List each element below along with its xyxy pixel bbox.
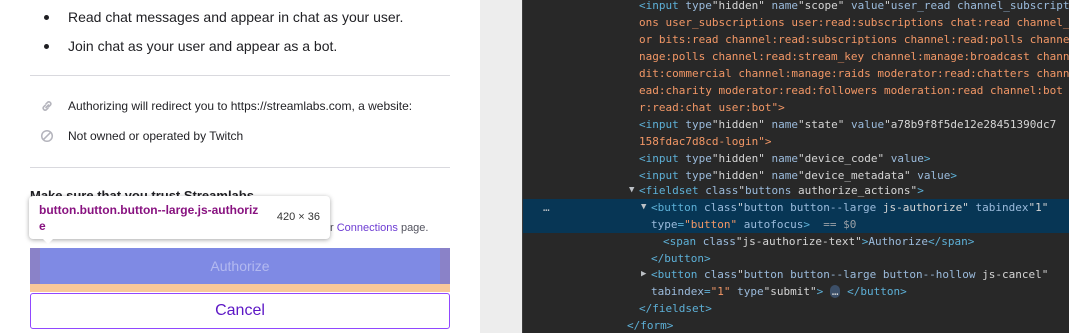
dom-text: r:read:chat user:bot"> — [639, 101, 785, 114]
dom-text: </form> — [627, 319, 674, 332]
dom-line[interactable]: dit:commercial channel:manage:raids mode… — [523, 65, 1069, 82]
dom-line[interactable]: </form> — [523, 317, 1069, 333]
permission-text: Read chat messages and appear in chat as… — [68, 9, 404, 25]
connections-note: r Connections page. — [330, 222, 429, 234]
dom-text: <span class"js-authorize-text">Authorize… — [663, 235, 975, 248]
dom-line[interactable]: </fieldset> — [523, 300, 1069, 317]
dom-text: </button> — [651, 252, 711, 265]
prohibited-icon — [40, 129, 54, 143]
margin-highlight — [440, 248, 450, 284]
expanded-triangle-icon[interactable]: ▼ — [641, 199, 646, 216]
dom-text: <fieldset class"buttons authorize_action… — [639, 184, 924, 197]
dom-text: tabindex="1" type"submit"> … </button> — [651, 285, 907, 298]
dom-text: or bits:read channel:read:subscriptions … — [639, 33, 1069, 46]
tooltip-dimensions: 420 × 36 — [276, 211, 320, 223]
more-actions-icon[interactable]: … — [543, 199, 550, 216]
permission-item: Join chat as your user and appear as a b… — [44, 38, 337, 54]
dom-line[interactable]: nage:polls channel:read:stream_key chann… — [523, 48, 1069, 65]
authorization-page: Read chat messages and appear in chat as… — [0, 0, 480, 333]
cancel-label: Cancel — [215, 302, 265, 319]
cancel-button[interactable]: Cancel — [30, 293, 450, 329]
dom-text: dit:commercial channel:manage:raids mode… — [639, 67, 1069, 80]
dom-line[interactable]: ▶ <button class"button button--large but… — [523, 266, 1069, 283]
dom-text: </fieldset> — [639, 302, 712, 315]
link-icon — [40, 99, 54, 113]
authorize-button[interactable]: Authorize — [30, 248, 450, 284]
dom-line[interactable]: <input type"hidden" name"state" value"a7… — [523, 116, 1069, 133]
dom-line[interactable]: tabindex="1" type"submit"> … </button> — [523, 283, 1069, 300]
authorize-label: Authorize — [210, 258, 270, 274]
dom-line-fieldset[interactable]: ▼ <fieldset class"buttons authorize_acti… — [523, 182, 1069, 199]
bullet — [44, 43, 49, 49]
dom-text: <input type"hidden" name"scope" value"us… — [639, 0, 1069, 12]
dom-line[interactable]: ons user_subscriptions user:read:subscri… — [523, 14, 1069, 31]
dom-line[interactable]: 158fdac7d8cd-login"> — [523, 133, 1069, 150]
redirect-text: Authorizing will redirect you to https:/… — [68, 99, 413, 113]
authorize-padding-highlight: Authorize — [30, 248, 450, 292]
expanded-triangle-icon[interactable]: ▼ — [629, 182, 634, 199]
dom-line[interactable]: r:read:chat user:bot"> — [523, 99, 1069, 116]
dom-line-selected[interactable]: … ▼ <button class"button button--large j… — [523, 199, 1069, 216]
devtools-elements-panel: <input type"hidden" name"scope" value"us… — [522, 0, 1069, 333]
not-owned-note: Not owned or operated by Twitch — [40, 129, 243, 143]
dom-line[interactable]: <input type"hidden" name"device_code" va… — [523, 150, 1069, 167]
dom-text: 158fdac7d8cd-login"> — [639, 135, 772, 148]
dom-text: <button class"button button--large js-au… — [651, 201, 1049, 214]
divider — [30, 167, 450, 168]
tooltip-arrow — [41, 237, 55, 244]
bullet — [44, 14, 49, 20]
dom-line-selected[interactable]: type="button" autofocus> == $0 — [523, 216, 1069, 233]
dom-line[interactable]: <span class"js-authorize-text">Authorize… — [523, 233, 1069, 250]
dom-line[interactable]: or bits:read channel:read:subscriptions … — [523, 31, 1069, 48]
dom-line[interactable]: <input type"hidden" name"scope" value"us… — [523, 0, 1069, 14]
permission-text: Join chat as your user and appear as a b… — [68, 38, 338, 54]
dom-line[interactable]: ead:charity moderator:read:followers mod… — [523, 82, 1069, 99]
dom-text: <input type"hidden" name"state" value"a7… — [639, 118, 1057, 131]
inspect-tooltip: button.button.button--large.js-authorize… — [29, 196, 330, 244]
dom-text: ons user_subscriptions user:read:subscri… — [639, 16, 1069, 29]
dom-text: type="button" autofocus> == $0 — [651, 218, 857, 231]
collapsed-triangle-icon[interactable]: ▶ — [641, 266, 646, 283]
permission-item: Read chat messages and appear in chat as… — [44, 9, 403, 25]
tooltip-selector: button.button.button--large.js-authorize — [39, 203, 259, 233]
dom-line[interactable]: </button> — [523, 250, 1069, 267]
connections-link[interactable]: Connections — [337, 222, 398, 234]
dom-text: <button class"button button--large butto… — [651, 268, 1049, 281]
divider — [30, 75, 450, 76]
dom-text: nage:polls channel:read:stream_key chann… — [639, 50, 1069, 63]
not-owned-text: Not owned or operated by Twitch — [68, 129, 244, 143]
dom-text: ead:charity moderator:read:followers mod… — [639, 84, 1069, 97]
page-scrollbar-gutter[interactable] — [480, 0, 522, 333]
margin-highlight — [30, 248, 40, 284]
redirect-note: Authorizing will redirect you to https:/… — [40, 99, 412, 113]
dom-text: <input type"hidden" name"device_code" va… — [639, 152, 931, 165]
